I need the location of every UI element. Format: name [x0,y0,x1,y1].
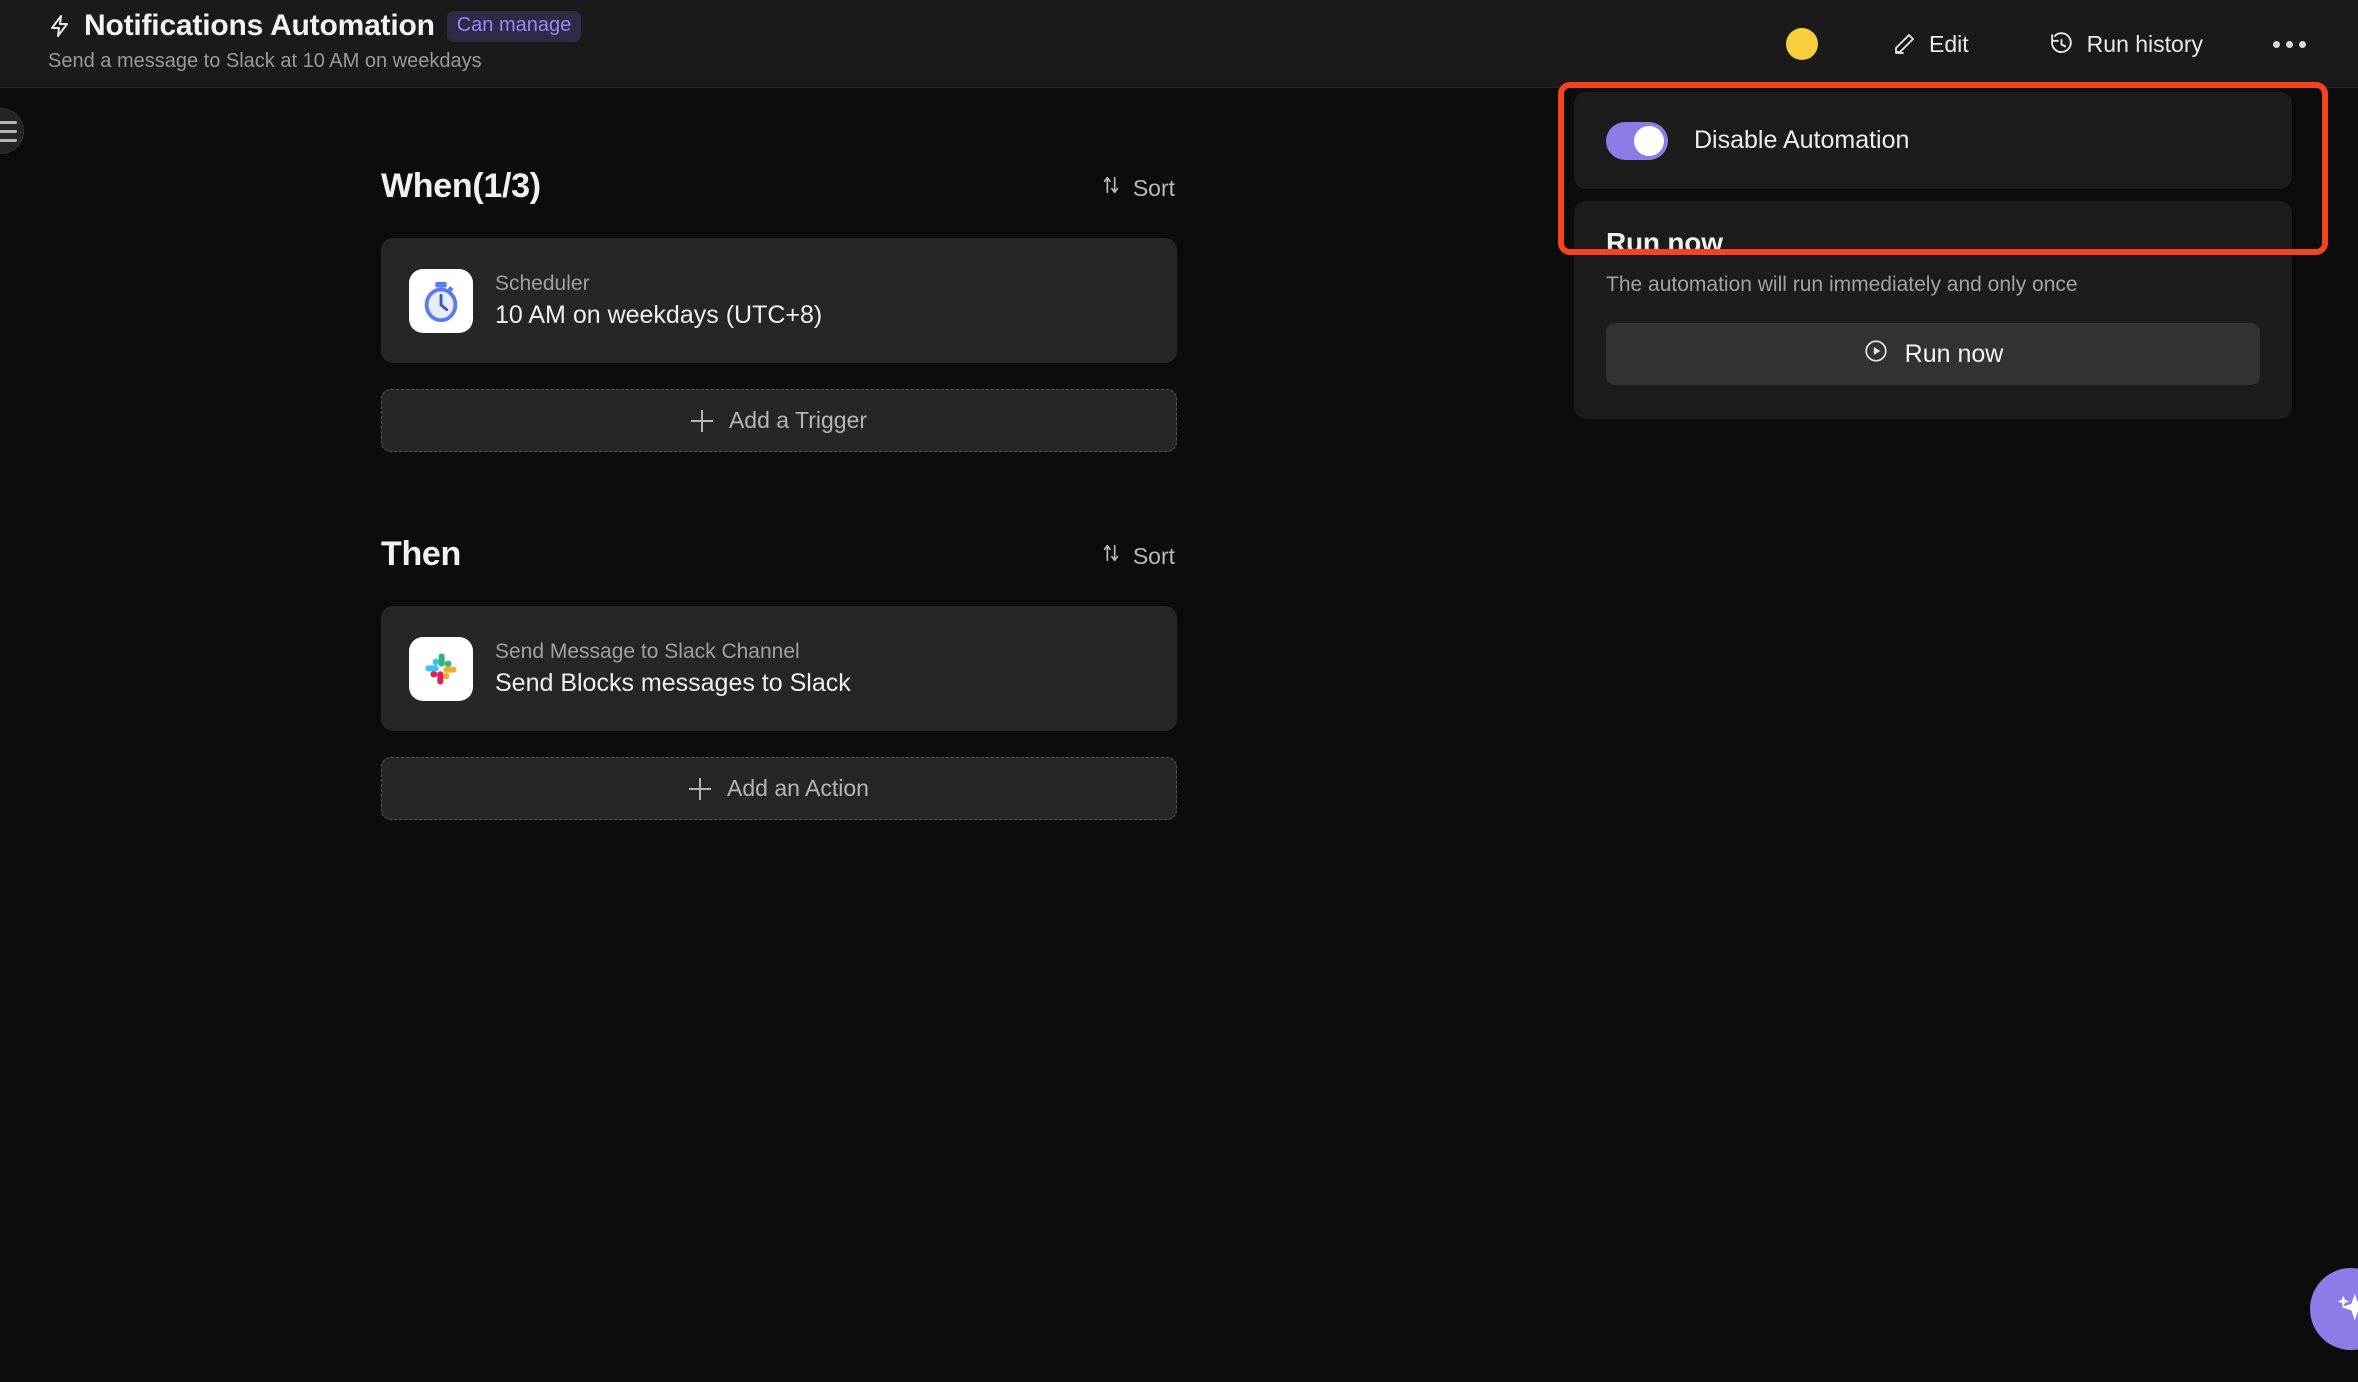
sort-arrows-icon [1100,542,1122,570]
avatar[interactable] [1786,28,1819,60]
page-header: Notifications Automation Can manage Send… [0,0,2358,88]
run-history-button[interactable]: Run history [2035,23,2217,66]
run-now-title: Run now [1606,227,1723,258]
play-circle-icon [1863,338,1889,371]
edit-label: Edit [1929,30,1969,57]
automation-flow: When(1/3) Sort Scheduler 10 AM on weekda… [381,160,1181,820]
section-title: When(1/3) [381,167,541,205]
add-trigger-button[interactable]: Add a Trigger [381,389,1177,452]
section-when: When(1/3) Sort Scheduler 10 AM on weekda… [381,160,1181,452]
action-card-text: Send Message to Slack Channel Send Block… [495,640,851,698]
plus-icon [689,777,712,800]
disable-automation-label: Disable Automation [1694,126,1910,154]
action-type-label: Send Message to Slack Channel [495,639,800,663]
run-now-card: Run now The automation will run immediat… [1574,201,2292,419]
disable-automation-toggle[interactable] [1606,121,1668,160]
page-title: Notifications Automation [84,9,435,42]
sort-label: Sort [1132,542,1175,569]
add-trigger-label: Add a Trigger [728,407,868,433]
title-row: Notifications Automation Can manage [48,6,582,46]
trigger-card-text: Scheduler 10 AM on weekdays (UTC+8) [495,272,822,330]
action-card-slack[interactable]: Send Message to Slack Channel Send Block… [381,606,1177,731]
permission-badge: Can manage [446,10,582,42]
more-horizontal-icon[interactable] [2261,31,2318,58]
header-title-group: Notifications Automation Can manage Send… [48,6,582,73]
zap-icon [48,13,72,39]
edit-button[interactable]: Edit [1878,23,1983,66]
header-actions: Edit Run history [1786,0,2318,88]
plus-icon [690,409,713,432]
sort-button-then[interactable]: Sort [1094,538,1181,574]
trigger-title: 10 AM on weekdays (UTC+8) [495,300,823,329]
section-then: Then Sort Send Message to Slack Channel … [381,528,1181,820]
add-action-button[interactable]: Add an Action [381,757,1177,820]
run-now-description: The automation will run immediately and … [1606,273,2078,296]
sort-button-when[interactable]: Sort [1094,170,1181,206]
hamburger-icon[interactable] [0,108,24,154]
section-header: When(1/3) Sort [381,160,1181,206]
section-header: Then Sort [381,528,1181,574]
history-icon [2049,31,2074,57]
sort-label: Sort [1132,174,1175,201]
toggle-knob [1634,125,1664,156]
disable-automation-card[interactable]: Disable Automation [1574,92,2292,189]
action-title: Send Blocks messages to Slack [495,668,851,697]
run-history-label: Run history [2086,30,2203,57]
pencil-icon [1892,32,1916,56]
right-panel: Disable Automation Run now The automatio… [1574,92,2292,419]
slack-icon [409,636,473,701]
sparkle-ai-icon[interactable] [2310,1268,2358,1350]
add-action-label: Add an Action [727,775,869,801]
trigger-type-label: Scheduler [495,271,590,295]
sort-arrows-icon [1100,174,1122,202]
automation-detail-page: Notifications Automation Can manage Send… [0,0,2358,1382]
section-title: Then [381,535,462,573]
page-subtitle: Send a message to Slack at 10 AM on week… [48,50,482,72]
run-now-button[interactable]: Run now [1606,323,2260,385]
trigger-card-scheduler[interactable]: Scheduler 10 AM on weekdays (UTC+8) [381,238,1177,363]
run-now-button-label: Run now [1904,339,2004,368]
stopwatch-icon [409,268,473,333]
